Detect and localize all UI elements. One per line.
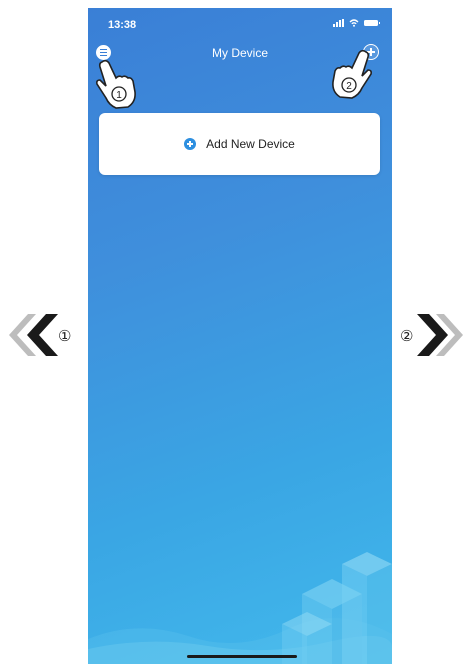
step-2-label: ② — [400, 328, 414, 345]
status-bar: 13:38 — [88, 8, 392, 34]
hand-2-number: 2 — [346, 81, 352, 92]
plus-circle-icon — [184, 138, 197, 150]
signal-icon — [333, 19, 344, 27]
add-new-device-label: Add New Device — [206, 137, 295, 151]
status-icons — [333, 19, 380, 27]
pointing-hand-icon: 2 — [332, 49, 372, 99]
wifi-icon — [349, 19, 359, 27]
double-chevron-right-icon[interactable] — [417, 312, 464, 358]
home-indicator — [187, 655, 297, 658]
status-time: 13:38 — [108, 19, 137, 31]
battery-icon — [364, 20, 380, 26]
hand-1-number: 1 — [116, 90, 122, 101]
buildings-decoration — [282, 552, 392, 664]
step-1-label: ① — [58, 328, 72, 345]
double-chevron-left-icon[interactable] — [6, 312, 58, 358]
add-new-device-card[interactable]: Add New Device — [99, 113, 380, 175]
pointing-hand-icon: 1 — [96, 59, 136, 109]
